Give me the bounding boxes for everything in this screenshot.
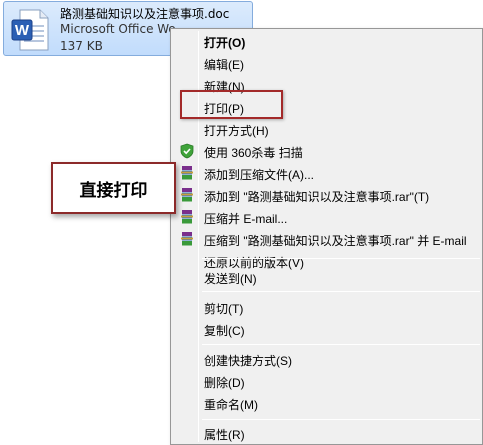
menu-item-label: 发送到(N) bbox=[204, 272, 257, 286]
menu-item-add-to-archive[interactable]: 添加到压缩文件(A)... bbox=[173, 162, 480, 184]
menu-item-label: 属性(R) bbox=[204, 428, 245, 442]
menu-item-label: 剪切(T) bbox=[204, 302, 244, 316]
menu-item-rename[interactable]: 重命名(M) bbox=[173, 392, 480, 414]
menu-item-label: 添加到 "路测基础知识以及注意事项.rar"(T) bbox=[204, 190, 430, 204]
menu-item-label: 使用 360杀毒 扫描 bbox=[204, 146, 303, 160]
file-size: 137 KB bbox=[60, 39, 103, 53]
menu-item-delete[interactable]: 删除(D) bbox=[173, 370, 480, 392]
menu-item-label: 编辑(E) bbox=[204, 58, 244, 72]
menu-item-properties[interactable]: 属性(R) bbox=[173, 422, 480, 444]
menu-item-compress-to-rar-email[interactable]: 压缩到 "路测基础知识以及注意事项.rar" 并 E-mail bbox=[173, 228, 480, 250]
menu-item-label: 重命名(M) bbox=[204, 398, 258, 412]
menu-separator bbox=[202, 419, 480, 420]
menu-item-label: 打开(O) bbox=[204, 36, 246, 50]
menu-item-edit[interactable]: 编辑(E) bbox=[173, 52, 480, 74]
menu-item-create-shortcut[interactable]: 创建快捷方式(S) bbox=[173, 348, 480, 370]
menu-item-label: 复制(C) bbox=[204, 324, 245, 338]
winrar-icon bbox=[181, 166, 193, 180]
winrar-icon bbox=[181, 210, 193, 224]
menu-item-open-with[interactable]: 打开方式(H) bbox=[173, 118, 480, 140]
winrar-icon bbox=[181, 232, 193, 246]
callout-text: 直接打印 bbox=[79, 180, 148, 201]
menu-item-open[interactable]: 打开(O) bbox=[173, 30, 480, 52]
file-name: 路测基础知识以及注意事项.doc bbox=[60, 7, 230, 21]
menu-item-label: 删除(D) bbox=[204, 376, 245, 390]
menu-item-compress-email[interactable]: 压缩并 E-mail... bbox=[173, 206, 480, 228]
winrar-icon bbox=[181, 188, 193, 202]
annotation-callout: 直接打印 bbox=[51, 162, 176, 214]
word-document-icon: W bbox=[11, 9, 49, 51]
menu-item-add-to-rar[interactable]: 添加到 "路测基础知识以及注意事项.rar"(T) bbox=[173, 184, 480, 206]
menu-separator bbox=[202, 344, 480, 345]
print-highlight-box bbox=[180, 90, 283, 119]
svg-text:W: W bbox=[15, 22, 30, 39]
menu-item-label: 压缩到 "路测基础知识以及注意事项.rar" 并 E-mail bbox=[204, 234, 467, 248]
menu-item-cut[interactable]: 剪切(T) bbox=[173, 296, 480, 318]
file-type: Microsoft Office Word 97 - 2003 bbox=[60, 22, 175, 36]
menu-item-360-scan[interactable]: 使用 360杀毒 扫描 bbox=[173, 140, 480, 162]
menu-item-label: 添加到压缩文件(A)... bbox=[204, 168, 314, 182]
menu-item-copy[interactable]: 复制(C) bbox=[173, 318, 480, 340]
menu-separator bbox=[202, 258, 480, 259]
menu-separator bbox=[202, 291, 480, 292]
menu-item-send-to[interactable]: 发送到(N) bbox=[173, 266, 480, 288]
360-shield-icon bbox=[180, 143, 194, 159]
menu-item-label: 创建快捷方式(S) bbox=[204, 354, 292, 368]
menu-item-label: 压缩并 E-mail... bbox=[204, 212, 288, 226]
menu-item-label: 打开方式(H) bbox=[204, 124, 269, 138]
